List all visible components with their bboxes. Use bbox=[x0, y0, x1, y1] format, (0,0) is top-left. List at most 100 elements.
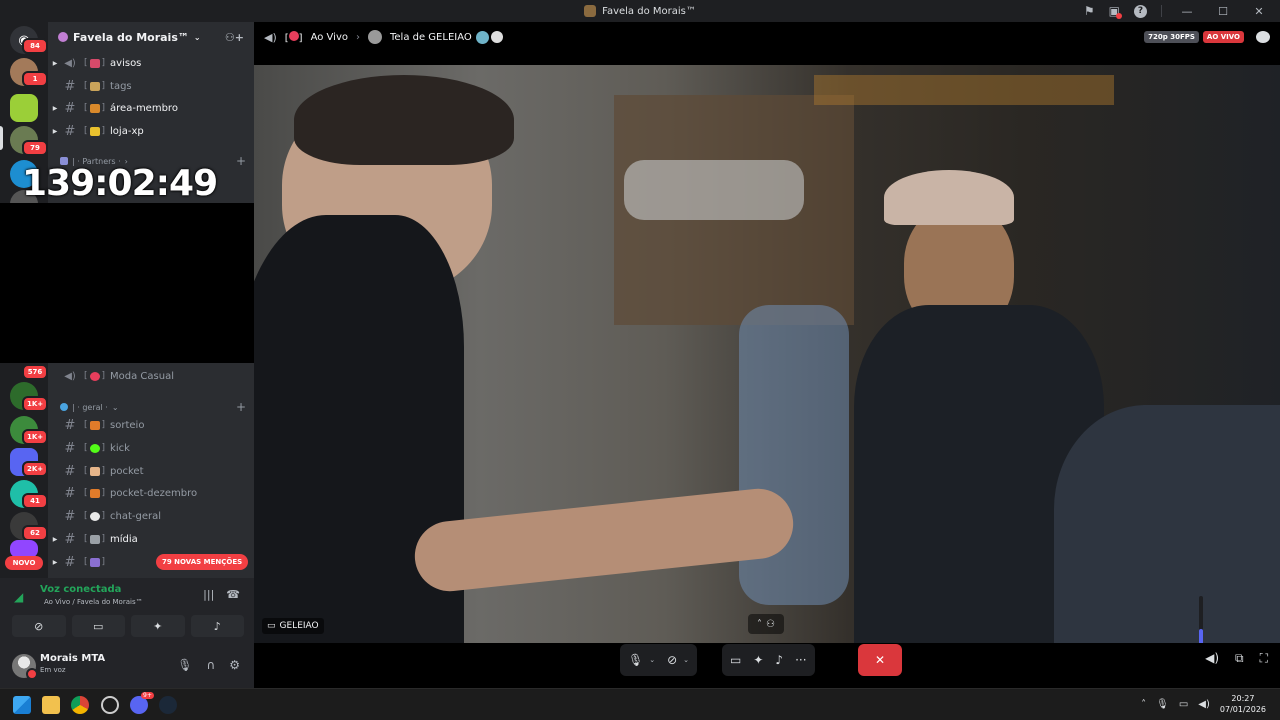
chat-icon[interactable] bbox=[1256, 31, 1270, 43]
gear-icon[interactable]: ⚙ bbox=[229, 658, 240, 672]
voice-connected-label[interactable]: Voz conectada bbox=[40, 584, 121, 595]
chevron-down-icon[interactable]: ⌄ bbox=[683, 656, 689, 664]
popout-icon[interactable]: ⧉ bbox=[1235, 651, 1244, 666]
volume-slider[interactable] bbox=[1199, 596, 1203, 646]
display-icon[interactable]: ▭ bbox=[1179, 699, 1188, 710]
channel-avisos[interactable]: ▶ ◀) [] avisos bbox=[48, 53, 254, 73]
server-avatar[interactable] bbox=[10, 94, 38, 122]
avatar[interactable] bbox=[12, 654, 38, 680]
channel-emoji: [] bbox=[84, 534, 106, 544]
channel-pocket-dezembro[interactable]: # [] pocket-dezembro bbox=[48, 483, 254, 503]
hash-icon: # bbox=[64, 123, 76, 139]
channel-emoji: [] bbox=[84, 488, 106, 498]
speech-bubble-icon bbox=[89, 511, 100, 521]
server-header[interactable]: Favela do Morais™ ⌄ ⚇+ bbox=[48, 22, 254, 52]
gift-icon bbox=[89, 420, 100, 430]
fullscreen-icon[interactable]: ⛶ bbox=[1260, 651, 1268, 666]
channel-chat-geral[interactable]: # [] chat-geral bbox=[48, 506, 254, 526]
inbox-icon[interactable]: ▣ bbox=[1109, 4, 1123, 19]
app-icon[interactable] bbox=[101, 696, 119, 714]
start-icon[interactable] bbox=[13, 696, 31, 714]
kick-icon bbox=[89, 443, 100, 453]
category-geral[interactable]: | · geral · ⌄ + bbox=[60, 400, 246, 414]
server-name: Favela do Morais™ bbox=[73, 30, 189, 44]
maximize-button[interactable]: ☐ bbox=[1212, 5, 1234, 18]
live-dot-icon bbox=[288, 30, 299, 41]
channel-pocket[interactable]: # [] pocket bbox=[48, 461, 254, 481]
show-participants-button[interactable]: ˄ ⚇ bbox=[748, 614, 784, 634]
activities-icon[interactable]: ✦ bbox=[753, 653, 763, 667]
soundboard-button[interactable]: ♪ bbox=[190, 615, 244, 637]
hash-icon: # bbox=[64, 508, 76, 524]
caret-right-icon: ▶ bbox=[52, 104, 58, 112]
microphone-icon[interactable]: 🎙︎ bbox=[177, 658, 192, 672]
microphone-icon[interactable]: 🎙︎ bbox=[628, 653, 643, 667]
face-icon bbox=[89, 466, 100, 476]
hash-icon: # bbox=[64, 417, 76, 433]
channel-name: mídia bbox=[110, 533, 138, 545]
chrome-icon[interactable] bbox=[71, 696, 89, 714]
screen-icon: ▭ bbox=[267, 621, 276, 631]
new-badge[interactable]: NOVO bbox=[5, 556, 43, 570]
speaker-icon: ◀) bbox=[264, 30, 277, 44]
soundboard-icon[interactable]: ♪ bbox=[775, 653, 783, 667]
channel-name: Moda Casual bbox=[110, 370, 174, 382]
chevron-down-icon[interactable]: ⌄ bbox=[649, 656, 655, 664]
microphone-icon[interactable]: 🎙︎ bbox=[1156, 699, 1169, 710]
activities-button[interactable]: ✦ bbox=[131, 615, 185, 637]
add-channel-icon[interactable]: + bbox=[236, 400, 246, 414]
add-channel-icon[interactable]: + bbox=[236, 154, 246, 168]
username[interactable]: Morais MTA bbox=[40, 653, 105, 664]
channel-name: área-membro bbox=[110, 102, 178, 114]
channel-name: kick bbox=[110, 442, 130, 454]
camera-off-button[interactable]: ⊘ bbox=[12, 615, 66, 637]
speaker-icon: ◀) bbox=[64, 370, 76, 382]
channel-kick[interactable]: # [] kick bbox=[48, 438, 254, 458]
overlay-block bbox=[0, 203, 266, 363]
channel-name: pocket-dezembro bbox=[110, 487, 198, 499]
clock[interactable]: 20:27 07/01/2026 bbox=[1220, 693, 1266, 715]
channel-sorteio[interactable]: # [] sorteio bbox=[48, 415, 254, 435]
voice-channel-path[interactable]: Ao Vivo / Favela do Morais™ bbox=[44, 598, 143, 606]
new-mentions-pill[interactable]: 79 NOVAS MENÇÕES bbox=[156, 554, 249, 570]
volume-icon[interactable]: ◀) bbox=[1205, 651, 1219, 666]
leave-call-button[interactable]: ✕ bbox=[858, 644, 902, 676]
screen-share-icon[interactable]: ▭ bbox=[730, 653, 741, 667]
screen-share-button[interactable]: ▭ bbox=[71, 615, 125, 637]
steam-icon[interactable] bbox=[159, 696, 177, 714]
noise-suppression-icon[interactable]: ||| bbox=[203, 588, 214, 601]
stream-video[interactable] bbox=[254, 65, 1280, 643]
more-icon[interactable]: ··· bbox=[795, 653, 806, 667]
help-icon[interactable]: ? bbox=[1134, 4, 1147, 18]
unread-badge: 62 bbox=[22, 525, 48, 541]
camera-off-icon[interactable]: ⊘ bbox=[667, 653, 677, 667]
headphones-icon[interactable]: ∩ bbox=[206, 658, 215, 672]
caret-right-icon: ▶ bbox=[52, 535, 58, 543]
caret-right-icon: ▶ bbox=[52, 127, 58, 135]
media-control-group: 🎙︎ ⌄ ⊘ ⌄ bbox=[620, 644, 698, 676]
pin-icon[interactable]: ⚑ bbox=[1084, 4, 1095, 18]
chevron-down-icon: ⌄ bbox=[193, 32, 201, 42]
chevron-up-icon[interactable]: ˄ bbox=[1141, 699, 1146, 710]
channel-tags[interactable]: # [] tags bbox=[48, 76, 254, 96]
channel-loja-xp[interactable]: ▶ # [] loja-xp bbox=[48, 121, 254, 141]
channel-name: tags bbox=[110, 80, 132, 92]
server-icon bbox=[584, 5, 597, 17]
close-button[interactable]: ✕ bbox=[1248, 5, 1270, 18]
quality-badge: 720p 30FPS bbox=[1144, 31, 1199, 43]
channel-area-membro[interactable]: ▶ # [] área-membro bbox=[48, 98, 254, 118]
channel-midia[interactable]: ▶ # [] mídia bbox=[48, 529, 254, 549]
file-explorer-icon[interactable] bbox=[42, 696, 60, 714]
signal-icon[interactable]: ◢ bbox=[14, 590, 23, 604]
disconnect-icon[interactable]: ☎ bbox=[226, 588, 240, 601]
avatar bbox=[367, 30, 382, 44]
hash-icon: # bbox=[64, 440, 76, 456]
hash-icon: # bbox=[64, 100, 76, 116]
voice-channel-moda-casual[interactable]: ◀) [] Moda Casual bbox=[48, 366, 254, 386]
volume-icon[interactable]: ◀) bbox=[1198, 699, 1210, 710]
live-badge: AO VIVO bbox=[1202, 31, 1244, 43]
invite-people-icon[interactable]: ⚇+ bbox=[225, 31, 244, 44]
channel-emoji: [] bbox=[84, 511, 106, 521]
plates bbox=[624, 160, 804, 220]
minimize-button[interactable]: — bbox=[1176, 5, 1198, 18]
